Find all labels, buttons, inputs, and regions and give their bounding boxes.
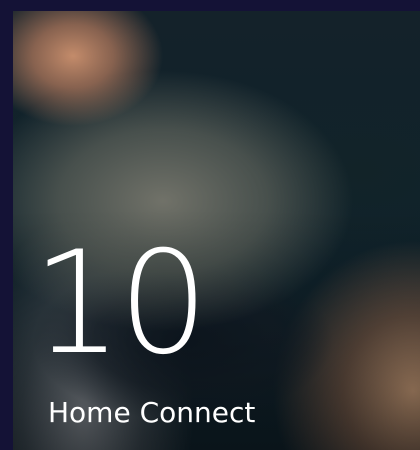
tile-frame: 10 Home Connect — [0, 0, 420, 450]
tile-label: Home Connect — [48, 396, 256, 429]
feature-tile[interactable]: 10 Home Connect — [13, 11, 420, 450]
tile-number: 10 — [32, 221, 209, 386]
